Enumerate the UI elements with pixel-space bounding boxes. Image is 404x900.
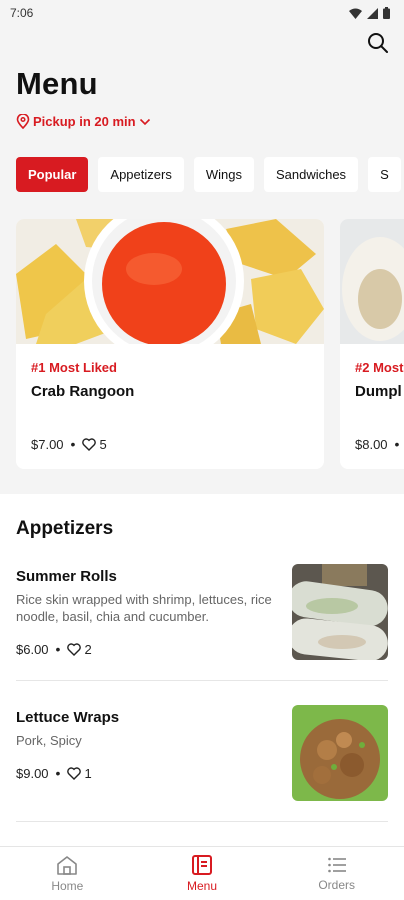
crab-rangoon-image [16,219,324,361]
featured-card[interactable]: #2 Most Dumpl $8.00 • [340,219,404,469]
dumplings-image [340,219,404,344]
nav-menu-label: Menu [186,878,218,893]
rank-badge: #1 Most Liked [31,360,117,375]
pickup-time-selector[interactable]: Pickup in 20 min [16,114,388,129]
battery-icon [383,7,390,19]
nav-home-label: Home [51,878,84,893]
list-item[interactable]: Summer Rolls Rice skin wrapped with shri… [16,540,388,681]
status-time: 7:06 [10,6,34,20]
appetizers-section: Appetizers Summer Rolls Rice skin wrappe… [0,494,404,846]
list-item[interactable]: Lettuce Wraps Pork, Spicy $9.00 • 1 [16,681,388,822]
heart-icon [67,642,82,656]
location-pin-icon [16,114,30,129]
nav-menu[interactable]: Menu [135,847,270,900]
category-tabs: Popular Appetizers Wings Sandwiches S [0,129,404,192]
lettuce-wraps-image [292,705,388,801]
nav-orders[interactable]: Orders [269,847,404,900]
search-icon [368,33,388,53]
like-count: 1 [84,765,92,781]
item-price: $6.00 [16,641,49,657]
search-button[interactable] [362,27,394,59]
item-name: Crab Rangoon [31,383,135,400]
separator-dot: • [394,436,400,452]
tab-appetizers[interactable]: Appetizers [98,157,184,192]
chevron-down-icon [139,118,150,125]
wifi-icon [349,8,362,19]
item-price: $9.00 [16,765,49,781]
separator-dot: • [55,641,61,657]
signal-icon [367,7,378,19]
item-description: Pork, Spicy [16,733,82,748]
item-name: Summer Rolls [16,568,117,585]
heart-icon [82,437,97,451]
section-title: Appetizers [16,518,114,539]
item-price: $7.00 [31,436,64,452]
rank-badge: #2 Most [355,360,404,375]
tab-wings[interactable]: Wings [193,157,254,192]
pickup-label: Pickup in 20 min [33,114,136,129]
list-icon [327,857,346,872]
bottom-navigation: Home Menu Orders [0,846,404,900]
page-title: Menu [16,66,98,101]
summer-rolls-image [292,564,388,660]
status-bar: 7:06 [0,0,404,26]
menu-book-icon [192,854,212,875]
item-price: $8.00 [355,436,388,452]
featured-card[interactable]: #1 Most Liked Crab Rangoon $7.00 • 5 [16,219,324,469]
featured-carousel[interactable]: #1 Most Liked Crab Rangoon $7.00 • 5 #2 … [0,192,404,470]
like-count: 2 [84,641,92,657]
nav-orders-label: Orders [318,877,356,892]
item-name: Dumpl [355,383,402,400]
tab-popular[interactable]: Popular [16,157,89,192]
separator-dot: • [55,765,61,781]
tab-more[interactable]: S [368,157,401,192]
nav-home[interactable]: Home [0,847,135,900]
like-count: 5 [99,436,107,452]
home-icon [57,855,78,875]
header: Menu Pickup in 20 min [0,26,404,129]
separator-dot: • [70,436,76,452]
item-description: Rice skin wrapped with shrimp, lettuces,… [16,592,272,624]
heart-icon [67,766,82,780]
item-name: Lettuce Wraps [16,709,120,726]
tab-sandwiches[interactable]: Sandwiches [263,157,359,192]
